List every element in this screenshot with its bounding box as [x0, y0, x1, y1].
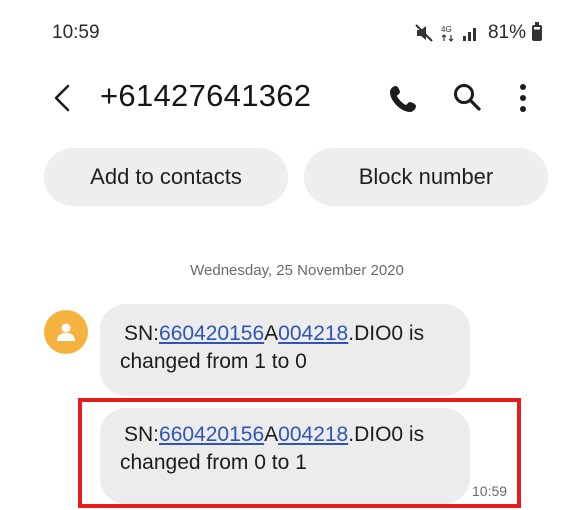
add-to-contacts-button[interactable]: Add to contacts [44, 148, 288, 206]
date-divider: Wednesday, 25 November 2020 [190, 262, 404, 279]
back-arrow-icon[interactable] [44, 80, 80, 116]
more-options-icon[interactable] [516, 82, 530, 114]
battery-icon [532, 22, 542, 41]
message-line: SN:660420156A004218.DIO0 is [120, 320, 450, 348]
network-4g-icon: 4G [441, 25, 454, 42]
signal-icon [462, 28, 476, 41]
call-icon[interactable] [388, 82, 422, 116]
message-link-code[interactable]: 004218 [278, 322, 348, 345]
message-prefix: SN: [124, 322, 160, 345]
contact-avatar-icon[interactable] [44, 310, 88, 354]
message-link-serial[interactable]: 660420156 [159, 322, 264, 345]
person-icon [57, 323, 75, 341]
message-text-suffix: .DIO0 is [348, 322, 425, 345]
contact-actions: Add to contacts Block number [44, 148, 548, 206]
contact-number-title[interactable]: +61427641362 [100, 78, 311, 114]
message-bubble[interactable]: SN:660420156A004218.DIO0 is changed from… [100, 304, 470, 396]
conversation-header: +61427641362 [0, 70, 576, 126]
battery-percent: 81% [487, 22, 526, 43]
mute-icon [415, 24, 433, 42]
status-time: 10:59 [52, 22, 100, 43]
highlight-annotation-box [78, 398, 521, 508]
status-icons: 4G 81% [414, 22, 542, 44]
search-icon[interactable] [452, 82, 482, 112]
status-bar: 10:59 4G 81% [0, 0, 576, 62]
block-number-button[interactable]: Block number [304, 148, 548, 206]
message-line-2: changed from 1 to 0 [120, 350, 307, 373]
message-text-mid: A [264, 322, 279, 345]
network-label: 4G [441, 25, 452, 34]
